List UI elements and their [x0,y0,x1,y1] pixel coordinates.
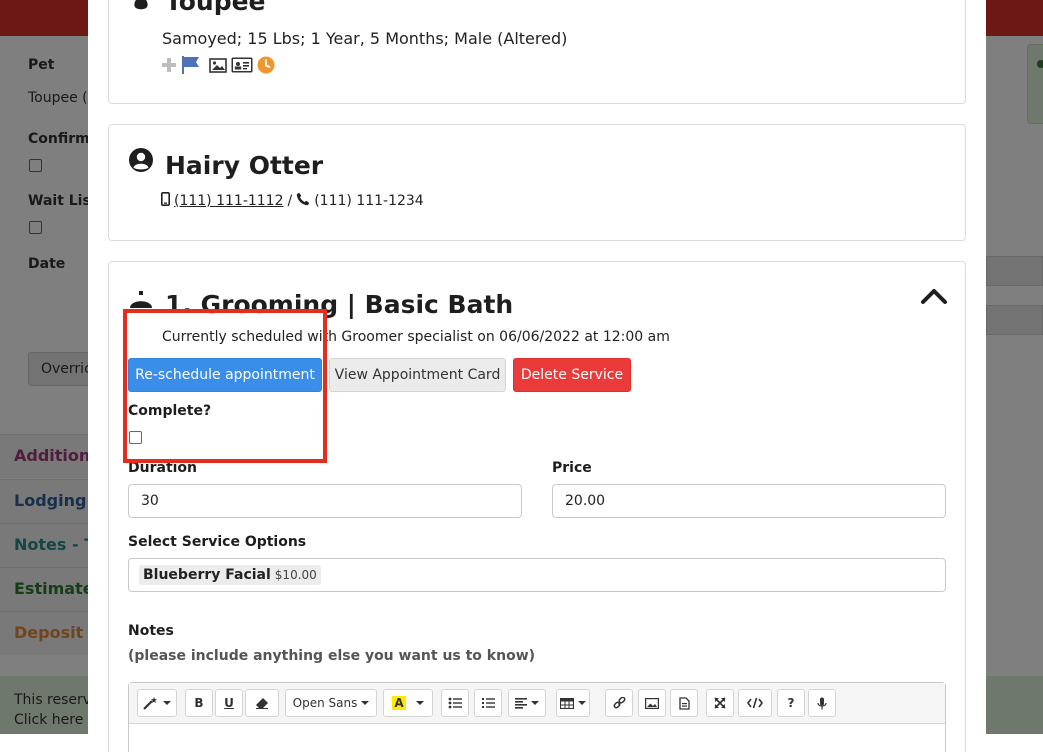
contact-separator: / [287,193,293,209]
user-circle-icon [128,147,154,177]
mobile-phone-icon [161,192,171,210]
fullscreen-icon[interactable] [706,689,734,717]
pet-name: Toupee [165,0,266,16]
table-icon[interactable] [556,689,590,717]
price-label: Price [552,460,592,476]
id-card-icon[interactable] [231,57,253,73]
plus-icon[interactable] [161,57,177,73]
complete-checkbox[interactable] [129,431,142,444]
link-icon[interactable] [605,689,633,717]
font-family-label: Open Sans [292,696,358,710]
option-name: Blueberry Facial [143,567,271,583]
option-price: $10.00 [274,568,317,582]
reschedule-button[interactable]: Re-schedule appointment [128,358,322,392]
price-input[interactable]: 20.00 [552,484,946,518]
appointment-modal: Toupee Samoyed; 15 Lbs; 1 Year, 5 Months… [88,0,986,752]
clock-icon[interactable] [257,56,275,74]
collapse-chevron-icon[interactable] [919,286,949,306]
image-icon[interactable] [209,57,227,73]
picture-icon[interactable] [638,689,666,717]
bold-icon[interactable]: B [185,689,213,717]
underline-icon[interactable]: U [215,689,243,717]
owner-contact: (111) 111-1112 / (111) 111-1234 [161,192,424,210]
notes-editor[interactable]: B U Open Sans A ? [128,682,946,752]
complete-label: Complete? [128,403,212,419]
code-view-icon[interactable] [738,689,772,717]
service-title: 1. Grooming | Basic Bath [165,290,514,319]
notes-label: Notes [128,623,174,639]
pet-action-icons [161,55,275,75]
service-bell-icon [128,290,154,320]
ordered-list-icon[interactable] [474,689,502,717]
paw-icon [128,0,154,15]
selected-option-tag[interactable]: Blueberry Facial $10.00 [139,565,321,585]
eraser-icon[interactable] [245,689,279,717]
phone-icon [296,192,310,210]
owner-mobile-link[interactable]: (111) 111-1112 [174,193,284,209]
magic-wand-icon[interactable] [137,689,177,717]
owner-name: Hairy Otter [165,151,324,180]
flag-icon[interactable] [181,56,201,74]
notes-hint: (please include anything else you want u… [128,648,536,664]
delete-service-button[interactable]: Delete Service [513,358,631,392]
owner-phone: (111) 111-1234 [314,193,424,209]
align-icon[interactable] [508,689,546,717]
file-icon[interactable] [670,689,698,717]
service-options-label: Select Service Options [128,534,307,550]
duration-input[interactable]: 30 [128,484,522,518]
schedule-text: Currently scheduled with Groomer special… [162,329,670,345]
owner-card: Hairy Otter (111) 111-1112 / (111) 111-1… [108,124,966,241]
editor-toolbar: B U Open Sans A ? [129,683,945,724]
highlight-color-icon[interactable]: A [383,689,433,717]
service-options-select[interactable]: Blueberry Facial $10.00 [128,558,946,592]
service-card: 1. Grooming | Basic Bath Currently sched… [108,261,966,752]
help-icon[interactable]: ? [777,689,805,717]
view-appointment-card-button[interactable]: View Appointment Card [329,358,506,392]
duration-label: Duration [128,460,198,476]
microphone-icon[interactable] [808,689,836,717]
unordered-list-icon[interactable] [441,689,469,717]
font-family-dropdown[interactable]: Open Sans [285,689,377,717]
pet-card: Toupee Samoyed; 15 Lbs; 1 Year, 5 Months… [108,0,966,104]
pet-details: Samoyed; 15 Lbs; 1 Year, 5 Months; Male … [162,29,568,48]
